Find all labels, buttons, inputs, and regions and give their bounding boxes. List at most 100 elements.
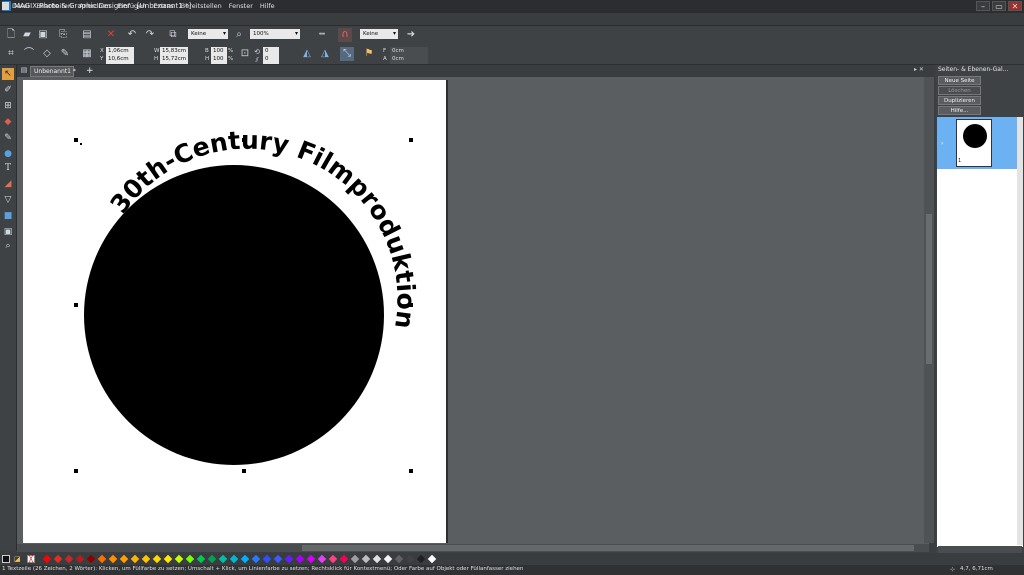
tab-label: Unbenannt1 *	[34, 68, 76, 75]
handle-top-left[interactable]	[74, 138, 78, 142]
freehand-tool-icon[interactable]: ✎	[2, 132, 14, 144]
menu-bereitstellen[interactable]: Bereitstellen	[181, 2, 222, 10]
no-color-swatch[interactable]: ╳	[27, 555, 35, 563]
paste-icon[interactable]: ▤	[80, 28, 94, 42]
handle-bottom-center[interactable]	[242, 469, 246, 473]
handle-top-center[interactable]	[242, 138, 246, 142]
redo-icon[interactable]: ↷	[143, 28, 157, 42]
ellipse-tool-icon[interactable]: ●	[2, 148, 14, 160]
select-handles-icon[interactable]: ⌗	[4, 47, 18, 61]
add-tab-button[interactable]: +	[86, 66, 94, 76]
new-document-icon[interactable]: 🗋	[4, 28, 18, 42]
delete-page-button[interactable]: Löschen	[938, 86, 981, 95]
flip-horizontal-icon[interactable]: ◭	[300, 47, 314, 61]
duplicate-page-button[interactable]: Duplizieren	[938, 96, 981, 105]
handle-middle-left[interactable]	[74, 303, 78, 307]
a-label: A	[383, 56, 387, 62]
text-tool-icon[interactable]: T	[2, 162, 14, 174]
help-button[interactable]: Hilfe...	[938, 106, 981, 115]
pct-label-2: %	[228, 56, 234, 62]
menu-fenster[interactable]: Fenster	[229, 2, 253, 10]
a-field[interactable]: 0cm	[390, 55, 428, 64]
skew-field[interactable]: 0	[263, 55, 279, 64]
menu-hilfe[interactable]: Hilfe	[260, 2, 275, 10]
scale-b-label: B	[205, 48, 209, 54]
open-folder-icon[interactable]: ▰	[20, 28, 34, 42]
line-dropdown[interactable]: Keine	[360, 29, 398, 39]
handle-middle-right[interactable]	[409, 303, 413, 307]
close-button[interactable]: ✕	[1008, 1, 1022, 11]
text-start-marker[interactable]	[80, 143, 82, 145]
arrow-right-icon[interactable]: ➜	[404, 28, 418, 42]
w-label: W	[154, 48, 160, 54]
fill-tool-icon[interactable]: ◢	[2, 178, 14, 190]
document-menu-icon[interactable]	[2, 2, 9, 10]
shape-editor-icon[interactable]: ✐	[2, 84, 14, 96]
zoom-select-icon[interactable]: ⊞	[2, 100, 14, 112]
tab-list-icon[interactable]: ▤	[19, 65, 29, 76]
zoom-tool-icon[interactable]: ⌕	[2, 240, 14, 252]
x-label: X	[100, 48, 104, 54]
selector-tool-icon[interactable]: ↖	[2, 68, 14, 80]
magnet-icon[interactable]: ∩	[338, 28, 352, 42]
contour-tool-icon[interactable]: ▣	[2, 226, 14, 238]
panel-title: Seiten- & Ebenen-Gal...	[938, 66, 1009, 73]
menu-einfuegen[interactable]: Einfügen	[118, 2, 147, 10]
cursor-coordinates: 4,7, 6,71cm	[960, 566, 993, 572]
horizontal-scroll-thumb[interactable]	[302, 545, 914, 551]
page-list-scrollbar[interactable]	[1017, 117, 1023, 545]
eraser-tool-icon[interactable]: ◆	[2, 116, 14, 128]
undo-icon[interactable]: ↶	[125, 28, 139, 42]
fill-dropdown[interactable]: Keine	[188, 29, 228, 39]
page-artwork[interactable]: 30th-Century Filmproduktion	[23, 80, 446, 543]
menu-extras[interactable]: Extras	[153, 2, 174, 10]
f-label: F	[383, 48, 387, 54]
transparency-tool-icon[interactable]: ▽	[2, 194, 14, 206]
panel-hscrollbar[interactable]	[938, 546, 1022, 553]
cursor-coords-icon: ⊹	[950, 566, 956, 573]
h-label: H	[154, 56, 159, 62]
vertical-scroll-thumb[interactable]	[926, 214, 932, 364]
status-text: 1 Textzeile (26 Zeichen, 2 Wörter): Klic…	[2, 566, 524, 572]
transform-mode-icon[interactable]: ⤡	[340, 47, 354, 61]
pencil-icon[interactable]: ✎	[58, 47, 72, 61]
current-color-swatch[interactable]	[2, 555, 10, 563]
thumbnail-circle	[963, 124, 987, 148]
save-icon[interactable]: ▣	[36, 28, 50, 42]
edit-node-icon[interactable]: ◇	[40, 47, 54, 61]
menu-datei[interactable]: Datei	[12, 2, 29, 10]
menu-bar	[0, 13, 1024, 26]
line-width-icon[interactable]: ┅	[312, 28, 332, 42]
tab-controls-icon[interactable]: ▸ ✕	[914, 66, 924, 73]
y-position-field[interactable]: 10,6cm	[106, 55, 134, 64]
flip-vertical-icon[interactable]: ◮	[318, 47, 332, 61]
maximize-button[interactable]: ▭	[992, 1, 1006, 11]
expand-icon[interactable]: ›	[941, 140, 943, 147]
palette-menu-icon[interactable]: ◪	[14, 555, 23, 563]
new-page-button[interactable]: Neue Seite	[938, 76, 981, 85]
scale-height-field[interactable]: 100	[211, 55, 227, 64]
handle-bottom-right[interactable]	[409, 469, 413, 473]
tag-icon[interactable]: ⚑	[362, 47, 376, 61]
menu-anordnen[interactable]: Anordnen	[79, 2, 110, 10]
page-number: 1	[958, 158, 962, 164]
y-label: Y	[100, 56, 104, 62]
zoom-dropdown[interactable]: 100%	[250, 29, 300, 39]
handle-bottom-left[interactable]	[74, 469, 78, 473]
menu-bearbeiten[interactable]: Bearbeiten	[36, 2, 72, 10]
height-field[interactable]: 15,72cm	[160, 55, 188, 64]
tab-unbenannt1[interactable]: Unbenannt1 *	[30, 66, 76, 77]
shadow-tool-icon[interactable]: ■	[2, 210, 14, 222]
delete-icon[interactable]: ✕	[104, 28, 118, 42]
page-shadow	[446, 80, 448, 543]
grid-icon[interactable]: ▦	[80, 47, 94, 61]
handle-top-right[interactable]	[409, 138, 413, 142]
transform-icon[interactable]: ⧉	[166, 28, 180, 42]
bezier-icon[interactable]: ⌒	[22, 47, 36, 61]
export-icon[interactable]: ⎘	[56, 28, 70, 42]
zoom-icon[interactable]: ⌕	[232, 28, 246, 42]
lock-aspect-icon[interactable]: ⊡	[238, 47, 252, 61]
document-tab-strip	[17, 65, 934, 77]
scale-h-label: H	[205, 56, 210, 62]
minimize-button[interactable]: –	[976, 1, 990, 11]
